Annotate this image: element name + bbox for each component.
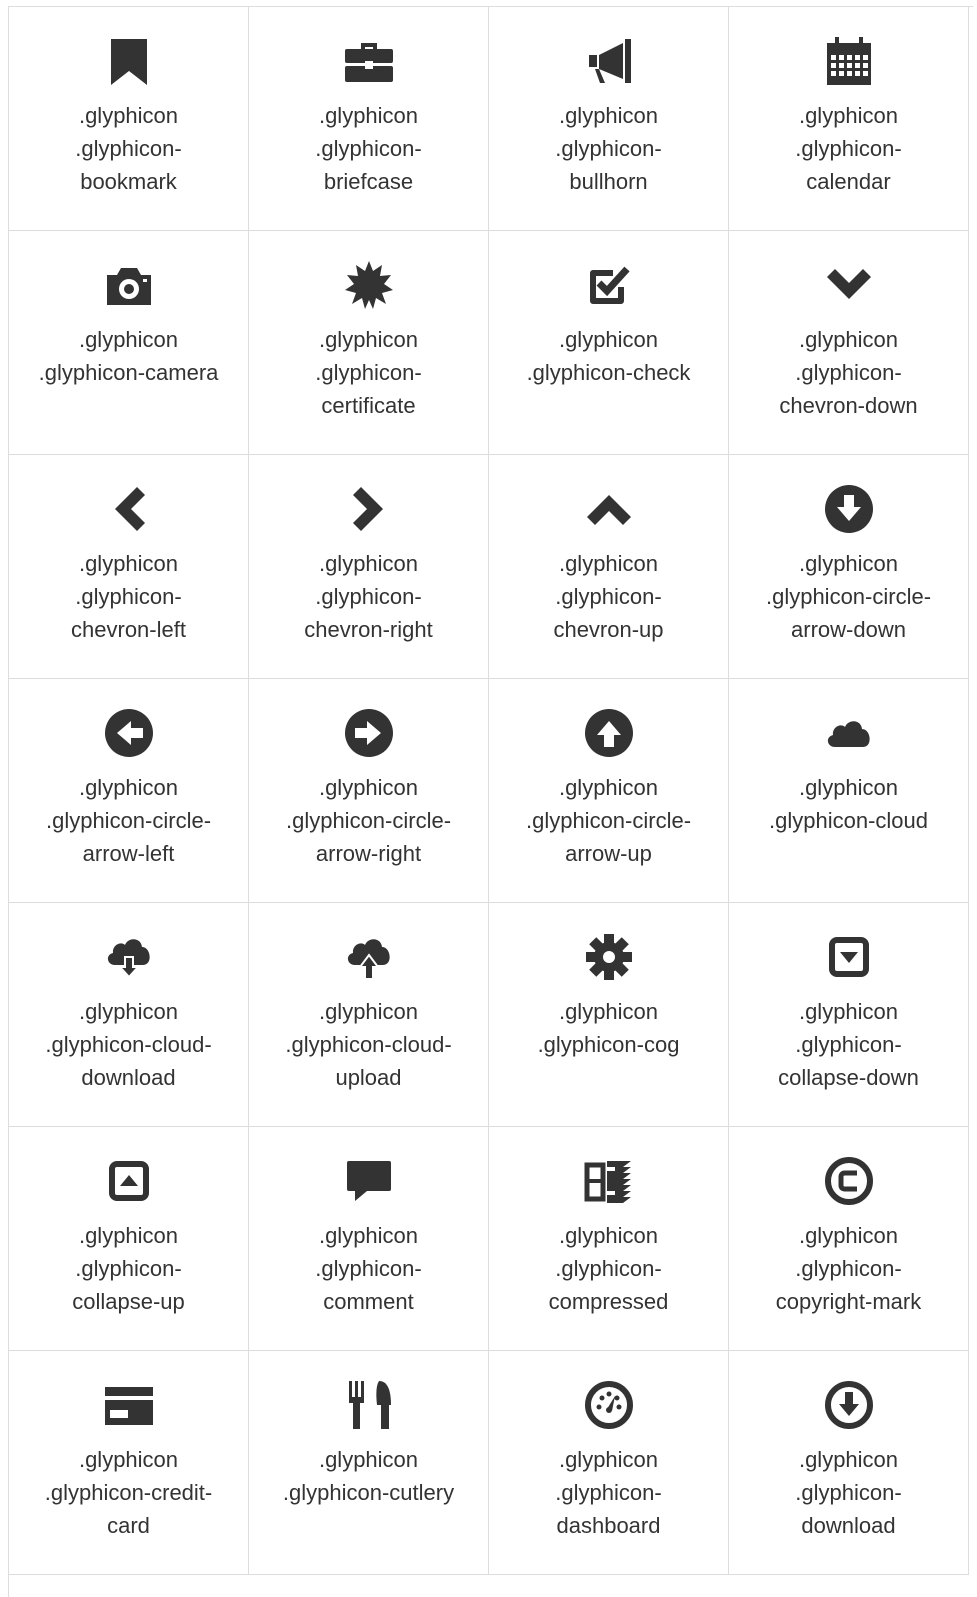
glyph-label: .glyphicon .glyphicon-collapse-up [72, 1223, 185, 1314]
glyph-label: .glyphicon .glyphicon-check [526, 327, 691, 385]
copyright-mark-icon [823, 1155, 875, 1207]
glyph-cell-chevron-left[interactable]: .glyphicon .glyphicon-chevron-left [9, 455, 249, 679]
glyph-label: .glyphicon .glyphicon-cloud-upload [285, 999, 452, 1090]
glyph-label: .glyphicon .glyphicon-camera [38, 327, 219, 385]
glyph-cell-cutlery[interactable]: .glyphicon .glyphicon-cutlery [249, 1351, 489, 1575]
download-icon [823, 1379, 875, 1431]
dashboard-icon [583, 1379, 635, 1431]
glyph-cell-bullhorn[interactable]: .glyphicon .glyphicon-bullhorn [489, 7, 729, 231]
comment-icon [343, 1155, 395, 1207]
cloud-download-icon [103, 931, 155, 983]
glyph-cell-dashboard[interactable]: .glyphicon .glyphicon-dashboard [489, 1351, 729, 1575]
glyph-cell-camera[interactable]: .glyphicon .glyphicon-camera [9, 231, 249, 455]
chevron-right-icon [343, 483, 395, 535]
glyph-cell-chevron-down[interactable]: .glyphicon .glyphicon-chevron-down [729, 231, 969, 455]
glyph-label: .glyphicon .glyphicon-credit-card [44, 1447, 213, 1538]
collapse-up-icon [103, 1155, 155, 1207]
compressed-icon [583, 1155, 635, 1207]
glyph-label: .glyphicon .glyphicon-chevron-left [71, 551, 186, 642]
glyph-cell-circle-arrow-down[interactable]: .glyphicon .glyphicon-circle-arrow-down [729, 455, 969, 679]
glyph-cell-chevron-up[interactable]: .glyphicon .glyphicon-chevron-up [489, 455, 729, 679]
glyph-cell-circle-arrow-up[interactable]: .glyphicon .glyphicon-circle-arrow-up [489, 679, 729, 903]
circle-arrow-left-icon [103, 707, 155, 759]
certificate-icon [343, 259, 395, 311]
credit-card-icon [103, 1379, 155, 1431]
glyph-label: .glyphicon .glyphicon-briefcase [315, 103, 422, 194]
chevron-down-icon [823, 259, 875, 311]
briefcase-icon [343, 35, 395, 87]
cog-icon [583, 931, 635, 983]
glyph-label: .glyphicon .glyphicon-collapse-down [778, 999, 919, 1090]
glyphicon-grid: .glyphicon .glyphicon-bookmark .glyphicon… [8, 6, 973, 1597]
glyph-cell-cloud-download[interactable]: .glyphicon .glyphicon-cloud-download [9, 903, 249, 1127]
glyph-label: .glyphicon .glyphicon-chevron-up [553, 551, 664, 642]
check-icon [583, 259, 635, 311]
glyph-cell-credit-card[interactable]: .glyphicon .glyphicon-credit-card [9, 1351, 249, 1575]
glyph-cell-cloud-upload[interactable]: .glyphicon .glyphicon-cloud-upload [249, 903, 489, 1127]
glyph-label: .glyphicon .glyphicon-dashboard [555, 1447, 662, 1538]
collapse-down-icon [823, 931, 875, 983]
glyph-label: .glyphicon .glyphicon-circle-arrow-down [765, 551, 932, 642]
glyph-cell-circle-arrow-right[interactable]: .glyphicon .glyphicon-circle-arrow-right [249, 679, 489, 903]
bookmark-icon [103, 35, 155, 87]
glyph-cell-bookmark[interactable]: .glyphicon .glyphicon-bookmark [9, 7, 249, 231]
circle-arrow-right-icon [343, 707, 395, 759]
chevron-left-icon [103, 483, 155, 535]
glyph-label: .glyphicon .glyphicon-cloud [769, 775, 928, 833]
glyph-cell-compressed[interactable]: .glyphicon .glyphicon-compressed [489, 1127, 729, 1351]
glyph-label: .glyphicon .glyphicon-cutlery [282, 1447, 455, 1505]
glyph-cell-chevron-right[interactable]: .glyphicon .glyphicon-chevron-right [249, 455, 489, 679]
bullhorn-icon [583, 35, 635, 87]
glyph-cell-collapse-down[interactable]: .glyphicon .glyphicon-collapse-down [729, 903, 969, 1127]
circle-arrow-up-icon [583, 707, 635, 759]
glyph-label: .glyphicon .glyphicon-comment [315, 1223, 422, 1314]
glyph-cell-copyright-mark[interactable]: .glyphicon .glyphicon-copyright-mark [729, 1127, 969, 1351]
glyph-label: .glyphicon .glyphicon-bookmark [75, 103, 182, 194]
glyph-cell-cloud[interactable]: .glyphicon .glyphicon-cloud [729, 679, 969, 903]
glyph-cell-certificate[interactable]: .glyphicon .glyphicon-certificate [249, 231, 489, 455]
glyph-label: .glyphicon .glyphicon-copyright-mark [775, 1223, 922, 1314]
glyph-cell-cog[interactable]: .glyphicon .glyphicon-cog [489, 903, 729, 1127]
cloud-upload-icon [343, 931, 395, 983]
glyph-cell-briefcase[interactable]: .glyphicon .glyphicon-briefcase [249, 7, 489, 231]
glyph-cell-check[interactable]: .glyphicon .glyphicon-check [489, 231, 729, 455]
glyph-label: .glyphicon .glyphicon-certificate [315, 327, 422, 418]
glyph-label: .glyphicon .glyphicon-chevron-down [779, 327, 918, 418]
cutlery-icon [343, 1379, 395, 1431]
glyph-label: .glyphicon .glyphicon-download [795, 1447, 902, 1538]
camera-icon [103, 259, 155, 311]
glyph-label: .glyphicon .glyphicon-cloud-download [45, 999, 212, 1090]
glyph-cell-collapse-up[interactable]: .glyphicon .glyphicon-collapse-up [9, 1127, 249, 1351]
glyph-cell-circle-arrow-left[interactable]: .glyphicon .glyphicon-circle-arrow-left [9, 679, 249, 903]
glyph-cell-calendar[interactable]: .glyphicon .glyphicon-calendar [729, 7, 969, 231]
glyph-cell-download[interactable]: .glyphicon .glyphicon-download [729, 1351, 969, 1575]
calendar-icon [823, 35, 875, 87]
circle-arrow-down-icon [823, 483, 875, 535]
chevron-up-icon [583, 483, 635, 535]
glyph-label: .glyphicon .glyphicon-compressed [548, 1223, 669, 1314]
glyph-label: .glyphicon .glyphicon-bullhorn [555, 103, 662, 194]
glyph-label: .glyphicon .glyphicon-chevron-right [304, 551, 433, 642]
glyph-label: .glyphicon .glyphicon-circle-arrow-up [525, 775, 692, 866]
glyph-label: .glyphicon .glyphicon-cog [537, 999, 680, 1057]
glyph-cell-comment[interactable]: .glyphicon .glyphicon-comment [249, 1127, 489, 1351]
glyph-label: .glyphicon .glyphicon-calendar [795, 103, 902, 194]
cloud-icon [823, 707, 875, 759]
glyph-label: .glyphicon .glyphicon-circle-arrow-left [45, 775, 212, 866]
glyph-label: .glyphicon .glyphicon-circle-arrow-right [285, 775, 452, 866]
